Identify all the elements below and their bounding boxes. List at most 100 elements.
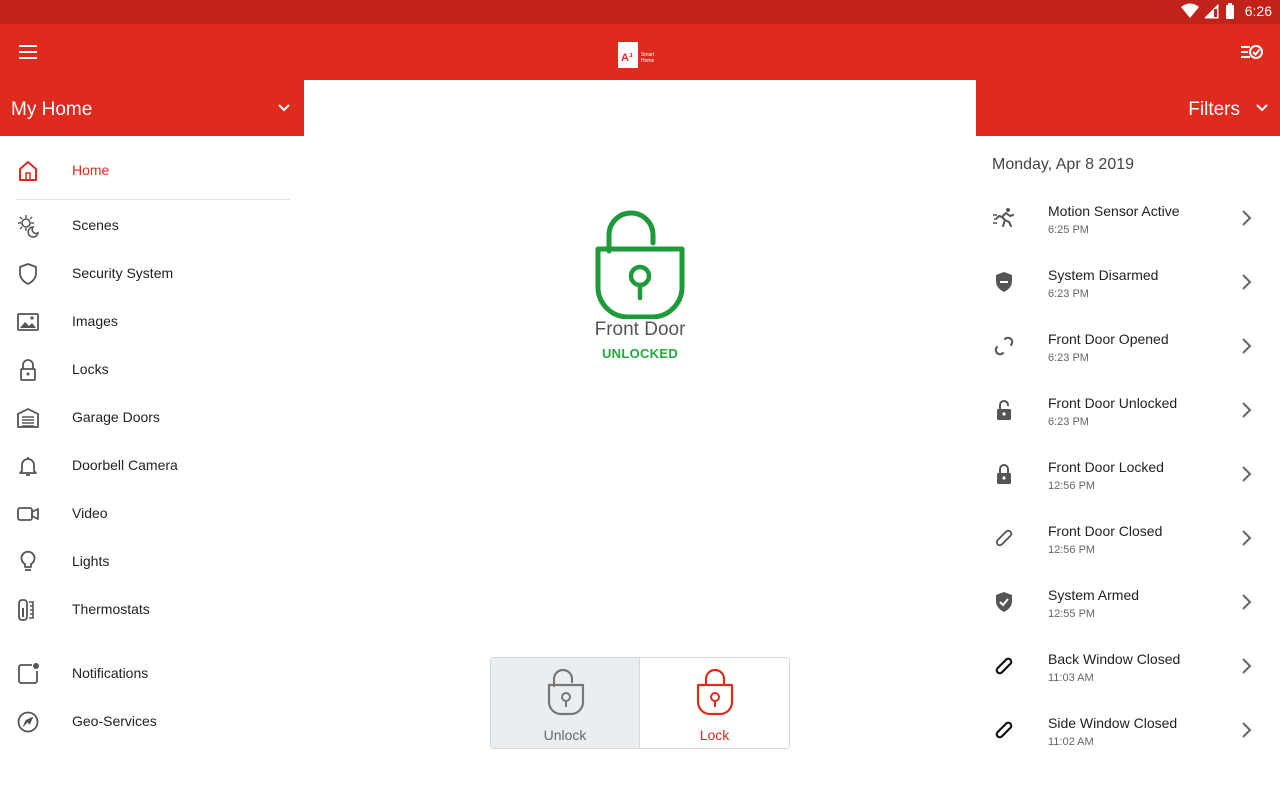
activity-event[interactable]: Back Window Closed 11:03 AM bbox=[976, 642, 1280, 706]
locked-icon bbox=[997, 464, 1011, 484]
chevron-right-icon bbox=[1242, 658, 1252, 674]
device-panel: Front Door UNLOCKED Unlock Lock bbox=[304, 80, 976, 800]
unlock-button[interactable]: Unlock bbox=[491, 658, 640, 748]
activity-date: Monday, Apr 8 2019 bbox=[992, 156, 1135, 173]
sidebar-item-label: Scenes bbox=[72, 217, 119, 233]
activity-event[interactable]: Front Door Locked 12:56 PM bbox=[976, 450, 1280, 514]
lock-button[interactable]: Lock bbox=[640, 658, 789, 748]
sidebar-item-label: Security System bbox=[72, 265, 174, 281]
shield-icon bbox=[19, 263, 37, 285]
app-logo: A³ Smart Home bbox=[618, 42, 662, 68]
logo-box: A³ bbox=[618, 42, 638, 68]
sidebar-item-label: Thermostats bbox=[72, 601, 150, 617]
status-time: 6:26 bbox=[1244, 3, 1272, 19]
device-name: Front Door bbox=[594, 319, 686, 340]
navigation-icon bbox=[17, 711, 39, 733]
activity-panel: Monday, Apr 8 2019 Motion Sensor Active … bbox=[976, 136, 1280, 800]
nav-divider bbox=[16, 199, 290, 200]
activity-event[interactable]: Front Door Closed 12:56 PM bbox=[976, 514, 1280, 578]
event-time: 12:56 PM bbox=[1048, 480, 1096, 492]
chevron-right-icon bbox=[1242, 338, 1252, 354]
video-icon bbox=[17, 507, 39, 521]
status-bar: 6:26 bbox=[0, 0, 1280, 24]
sidebar-item-thermostats[interactable]: Thermostats bbox=[0, 586, 290, 634]
lock-icon bbox=[20, 359, 36, 381]
sidebar-item-label: Home bbox=[72, 162, 110, 178]
sidebar-item-label: Garage Doors bbox=[72, 409, 160, 425]
event-title: Front Door Opened bbox=[1048, 331, 1169, 347]
filters-label: Filters bbox=[1188, 99, 1240, 120]
bulb-icon bbox=[20, 550, 36, 571]
battery-icon bbox=[1225, 3, 1234, 19]
filters-dropdown[interactable]: Filters bbox=[976, 80, 1280, 136]
logo-subtext: Smart Home bbox=[641, 52, 655, 64]
sidebar-nav: Home Scenes Security System Images Locks bbox=[0, 136, 304, 800]
chevron-right-icon bbox=[1242, 274, 1252, 290]
checklist-icon bbox=[1241, 45, 1263, 59]
chevron-down-icon bbox=[1256, 104, 1268, 112]
wifi-icon bbox=[1180, 3, 1199, 18]
sidebar-item-locks[interactable]: Locks bbox=[0, 346, 290, 394]
chevron-right-icon bbox=[1242, 402, 1252, 418]
sidebar-item-scenes[interactable]: Scenes bbox=[0, 202, 290, 250]
event-title: System Disarmed bbox=[1048, 267, 1159, 283]
event-title: Front Door Locked bbox=[1048, 459, 1164, 475]
chevron-right-icon bbox=[1242, 530, 1252, 546]
status-icons: 6:26 bbox=[1180, 3, 1272, 19]
event-time: 6:23 PM bbox=[1048, 416, 1089, 428]
activity-event[interactable]: Front Door Unlocked 6:23 PM bbox=[976, 386, 1280, 450]
sidebar-item-doorbell-camera[interactable]: Doorbell Camera bbox=[0, 442, 290, 490]
shield-armed-icon bbox=[996, 592, 1012, 612]
event-title: Front Door Closed bbox=[1048, 523, 1163, 539]
activity-event[interactable]: System Armed 12:55 PM bbox=[976, 578, 1280, 642]
unlock-label: Unlock bbox=[543, 727, 587, 743]
sidebar-item-geo-services[interactable]: Geo-Services bbox=[0, 698, 290, 746]
garage-icon bbox=[17, 408, 39, 428]
sidebar-item-notifications[interactable]: Notifications bbox=[0, 650, 290, 698]
home-selector-label: My Home bbox=[11, 99, 93, 120]
hamburger-icon bbox=[19, 45, 37, 59]
device-status: UNLOCKED bbox=[601, 346, 679, 361]
event-title: Motion Sensor Active bbox=[1048, 203, 1180, 219]
unlock-icon bbox=[547, 668, 585, 716]
sidebar-item-images[interactable]: Images bbox=[0, 298, 290, 346]
activity-event[interactable]: Side Window Closed 11:02 AM bbox=[976, 706, 1280, 770]
chevron-right-icon bbox=[1242, 722, 1252, 738]
event-time: 6:23 PM bbox=[1048, 352, 1089, 364]
image-icon bbox=[17, 313, 39, 331]
activity-event[interactable]: System Disarmed 6:23 PM bbox=[976, 258, 1280, 322]
sidebar-item-label: Lights bbox=[72, 553, 110, 569]
event-title: Side Window Closed bbox=[1048, 715, 1178, 731]
menu-button[interactable] bbox=[14, 38, 42, 66]
chevron-right-icon bbox=[1242, 210, 1252, 226]
link-open-icon bbox=[994, 336, 1014, 356]
chevron-right-icon bbox=[1242, 466, 1252, 482]
event-time: 12:56 PM bbox=[1048, 544, 1096, 556]
home-selector[interactable]: My Home bbox=[0, 80, 304, 136]
signal-icon bbox=[1204, 3, 1219, 19]
link-closed-icon bbox=[995, 721, 1013, 739]
event-time: 6:25 PM bbox=[1048, 224, 1089, 236]
unlocked-lock-icon bbox=[595, 210, 685, 319]
activity-event[interactable]: Front Door Opened 6:23 PM bbox=[976, 322, 1280, 386]
sidebar-item-label: Doorbell Camera bbox=[72, 457, 178, 473]
sidebar-item-video[interactable]: Video bbox=[0, 490, 290, 538]
notification-icon bbox=[18, 663, 39, 684]
lock-label: Lock bbox=[699, 727, 730, 743]
motion-icon bbox=[993, 208, 1014, 227]
app-bar: A³ Smart Home bbox=[0, 24, 1280, 80]
activity-event[interactable]: Motion Sensor Active 6:25 PM bbox=[976, 194, 1280, 258]
event-time: 11:02 AM bbox=[1048, 736, 1094, 748]
scenes-icon bbox=[18, 215, 40, 238]
sidebar-item-lights[interactable]: Lights bbox=[0, 538, 290, 586]
shield-disarmed-icon bbox=[996, 272, 1012, 292]
sidebar-item-label: Images bbox=[72, 313, 118, 329]
chevron-down-icon bbox=[278, 104, 290, 112]
activity-checklist-button[interactable] bbox=[1238, 38, 1266, 66]
sidebar-item-home[interactable]: Home bbox=[0, 147, 290, 195]
sidebar-item-label: Locks bbox=[72, 361, 109, 377]
sidebar-item-security-system[interactable]: Security System bbox=[0, 250, 290, 298]
sidebar-item-label: Geo-Services bbox=[72, 713, 157, 729]
sidebar-item-garage-doors[interactable]: Garage Doors bbox=[0, 394, 290, 442]
unlocked-icon bbox=[997, 400, 1011, 420]
